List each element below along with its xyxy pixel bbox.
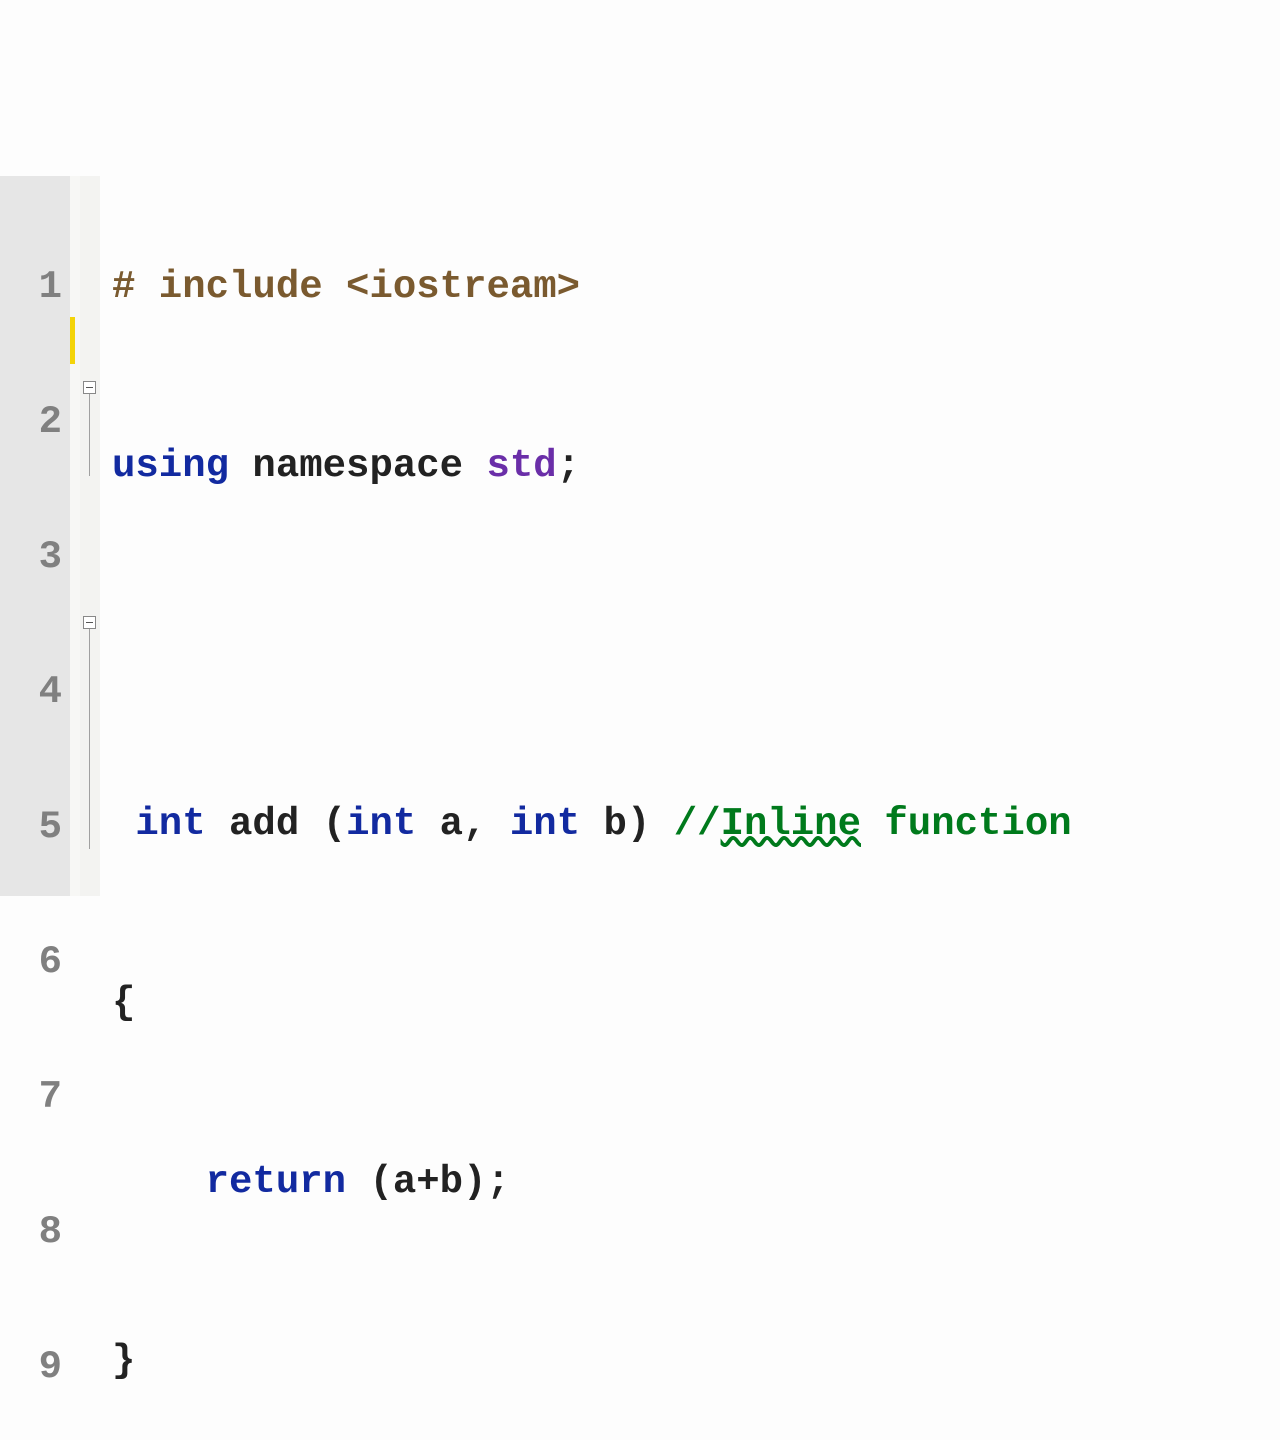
token-type: std [486, 444, 556, 488]
line-number: 5 [4, 804, 62, 851]
code-line[interactable]: # include <iostream> [112, 264, 1280, 311]
fold-guide [89, 629, 90, 849]
line-number: 3 [4, 534, 62, 581]
line-number-gutter: 1 2 3 4 5 6 7 8 9 10 11 12 13 14 15 [0, 176, 70, 896]
line-number: 7 [4, 1074, 62, 1121]
token-punct: ; [557, 444, 580, 488]
token-keyword: int [487, 802, 581, 846]
fold-guide [89, 394, 90, 476]
token-ident: namespace [229, 444, 486, 488]
code-line[interactable]: } [112, 1338, 1280, 1385]
token-comment: Inline [721, 802, 861, 846]
code-line[interactable] [112, 622, 1280, 669]
code-editor[interactable]: 1 2 3 4 5 6 7 8 9 10 11 12 13 14 15 # in… [0, 176, 1280, 896]
code-area[interactable]: # include <iostream> using namespace std… [100, 176, 1280, 896]
line-number: 6 [4, 939, 62, 986]
fold-column [80, 176, 100, 896]
token-expr: (a+b); [346, 1160, 510, 1204]
token-punct: ) [627, 802, 674, 846]
fold-toggle-icon[interactable] [83, 381, 96, 394]
token-keyword: return [112, 1160, 346, 1204]
token-header: <iostream> [346, 265, 580, 309]
token-ident: a [416, 802, 463, 846]
code-line[interactable]: { [112, 980, 1280, 1027]
line-number: 4 [4, 669, 62, 716]
token-keyword: using [112, 444, 229, 488]
token-brace: { [112, 981, 135, 1025]
token-punct: , [463, 802, 486, 846]
token-punct: ( [323, 802, 346, 846]
line-number: 1 [4, 264, 62, 311]
code-line[interactable]: using namespace std; [112, 443, 1280, 490]
change-marker-icon [70, 317, 75, 364]
code-line[interactable]: return (a+b); [112, 1159, 1280, 1206]
line-number: 2 [4, 399, 62, 446]
fold-toggle-icon[interactable] [83, 616, 96, 629]
token-ident: b [580, 802, 627, 846]
line-number: 8 [4, 1209, 62, 1256]
line-number: 9 [4, 1344, 62, 1391]
token-keyword: int [346, 802, 416, 846]
code-line[interactable]: int add (int a, int b) //Inline function [112, 801, 1280, 848]
token-ident: add [206, 802, 323, 846]
marker-column [70, 176, 80, 896]
token-brace: } [112, 1339, 135, 1383]
token-comment: function [861, 802, 1072, 846]
token-comment: // [674, 802, 721, 846]
token-keyword: int [112, 802, 206, 846]
